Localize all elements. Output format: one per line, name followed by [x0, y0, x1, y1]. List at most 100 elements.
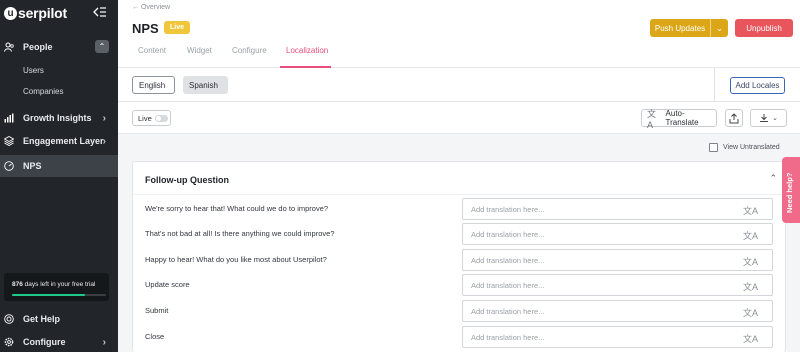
trial-suffix: days left in your free trial [22, 281, 96, 288]
translation-placeholder: Add translation here... [471, 332, 545, 342]
translation-placeholder: Add translation here... [471, 255, 545, 265]
app-root: u serpilot People ⌃ Users Companies Grow… [0, 0, 800, 352]
sidebar-item-label: Get Help [23, 314, 61, 324]
string-label: We're sorry to hear that! What could we … [145, 204, 329, 213]
panel-title: Follow-up Question [145, 175, 229, 185]
add-locales-button[interactable]: Add Locales [730, 77, 785, 94]
sidebar-item-label: Configure [23, 337, 66, 347]
translation-placeholder: Add translation here... [471, 204, 545, 214]
locale-chip-label: Spanish [189, 80, 218, 90]
string-label: Happy to hear! What do you like most abo… [145, 255, 327, 264]
logo-mark: u [4, 6, 17, 20]
chevron-down-icon[interactable]: ⌄ [710, 19, 728, 37]
translation-input[interactable]: Add translation here... 文A [462, 249, 773, 271]
string-label: Update score [145, 280, 190, 289]
translation-input[interactable]: Add translation here... 文A [462, 198, 773, 220]
view-untranslated-checkbox[interactable] [709, 143, 718, 152]
controls-bar: Live 文A Auto-Translate ⌄ [118, 102, 800, 134]
people-icon [4, 42, 14, 52]
trial-progress-fill [12, 294, 86, 296]
sidebar-item-companies[interactable]: Companies [23, 87, 63, 96]
need-help-label: Need help? [785, 172, 794, 213]
auto-translate-label: Auto-Translate [665, 109, 699, 127]
translation-placeholder: Add translation here... [471, 280, 545, 290]
sidebar-item-growth-insights[interactable]: Growth Insights › [0, 107, 118, 129]
back-to-overview-link[interactable]: ← Overview [132, 4, 170, 11]
divider [133, 194, 785, 195]
sidebar-item-users[interactable]: Users [23, 66, 44, 75]
tab-localization[interactable]: Localization [286, 46, 328, 55]
divider [714, 68, 715, 102]
translation-input[interactable]: Add translation here... 文A [462, 223, 773, 245]
push-updates-label: Push Updates [654, 23, 706, 33]
string-label: Close [145, 332, 165, 341]
help-circle-icon [4, 314, 14, 324]
unpublish-button[interactable]: Unpublish [735, 19, 793, 37]
tab-content[interactable]: Content [138, 46, 166, 55]
translate-icon[interactable]: 文A [743, 255, 758, 268]
translation-placeholder: Add translation here... [471, 306, 545, 316]
sidebar-item-label: Growth Insights [23, 113, 92, 123]
trial-banner[interactable]: 876 days left in your free trial [4, 273, 109, 301]
trial-progress-bar [12, 294, 106, 296]
sidebar-item-nps[interactable]: NPS [0, 155, 118, 177]
page-header: ← Overview NPS Live Push Updates ⌄ Unpub… [118, 0, 800, 68]
trial-text: 876 days left in your free trial [12, 281, 95, 288]
live-toggle-label: Live [138, 113, 152, 123]
sidebar-item-engagement-layer[interactable]: Engagement Layer › [0, 130, 118, 152]
locale-bar: English Spanish Add Locales [118, 68, 800, 102]
translation-input[interactable]: Add translation here... 文A [462, 300, 773, 322]
trial-days: 876 [12, 281, 23, 288]
download-icon [760, 114, 769, 122]
auto-translate-button[interactable]: 文A Auto-Translate [641, 108, 717, 130]
translation-placeholder: Add translation here... [471, 229, 545, 239]
live-toggle[interactable]: Live [132, 110, 171, 126]
string-label: Submit [145, 306, 169, 315]
sidebar: u serpilot People ⌃ Users Companies Grow… [0, 0, 118, 352]
main-content: ← Overview NPS Live Push Updates ⌄ Unpub… [118, 0, 800, 352]
share-button[interactable] [725, 109, 743, 127]
follow-up-question-panel: Follow-up Question ⌃ We're sorry to hear… [132, 161, 786, 352]
translate-icon[interactable]: 文A [743, 204, 758, 217]
logo-text: serpilot [18, 5, 67, 21]
translation-input[interactable]: Add translation here... 文A [462, 274, 773, 296]
tab-widget[interactable]: Widget [187, 46, 212, 55]
locale-chip-label: English [139, 80, 166, 90]
sidebar-item-label: Engagement Layer [23, 136, 104, 146]
userpilot-logo[interactable]: u serpilot [4, 4, 67, 22]
string-label: That's not bad at all! Is there anything… [145, 229, 335, 238]
locale-chip-english[interactable]: English [132, 76, 175, 94]
translate-icon: 文A [647, 108, 657, 130]
gauge-icon [4, 161, 14, 171]
toggle-switch-icon [154, 114, 168, 122]
need-help-tab[interactable]: Need help? [782, 157, 800, 223]
collapse-sidebar-icon[interactable] [93, 6, 107, 18]
chevron-right-icon: › [102, 336, 106, 348]
sidebar-item-label: People [23, 42, 53, 52]
bar-chart-icon [4, 113, 14, 123]
push-updates-button[interactable]: Push Updates ⌄ [650, 19, 728, 37]
status-badge: Live [164, 21, 191, 34]
sidebar-item-get-help[interactable]: Get Help [0, 308, 118, 330]
chevron-right-icon: › [102, 112, 106, 124]
upload-icon [729, 112, 739, 123]
chevron-up-icon[interactable]: ⌃ [95, 40, 109, 53]
chevron-right-icon: › [102, 135, 106, 147]
tab-configure[interactable]: Configure [232, 46, 267, 55]
translate-icon[interactable]: 文A [743, 280, 758, 293]
view-untranslated-toggle[interactable]: View Untranslated [709, 143, 780, 152]
chevron-up-icon[interactable]: ⌃ [769, 173, 777, 184]
layers-icon [4, 136, 14, 146]
chevron-down-icon: ⌄ [772, 115, 778, 122]
translate-icon[interactable]: 文A [743, 332, 758, 345]
translate-icon[interactable]: 文A [743, 229, 758, 242]
download-button[interactable]: ⌄ [750, 109, 787, 127]
sidebar-item-configure[interactable]: Configure › [0, 331, 118, 352]
translate-icon[interactable]: 文A [743, 306, 758, 319]
translation-input[interactable]: Add translation here... 文A [462, 326, 773, 348]
sidebar-item-label: NPS [23, 161, 42, 171]
gear-icon [4, 337, 14, 347]
locale-chip-spanish[interactable]: Spanish [183, 76, 228, 94]
view-untranslated-label: View Untranslated [723, 144, 780, 151]
page-title: NPS [132, 21, 159, 36]
